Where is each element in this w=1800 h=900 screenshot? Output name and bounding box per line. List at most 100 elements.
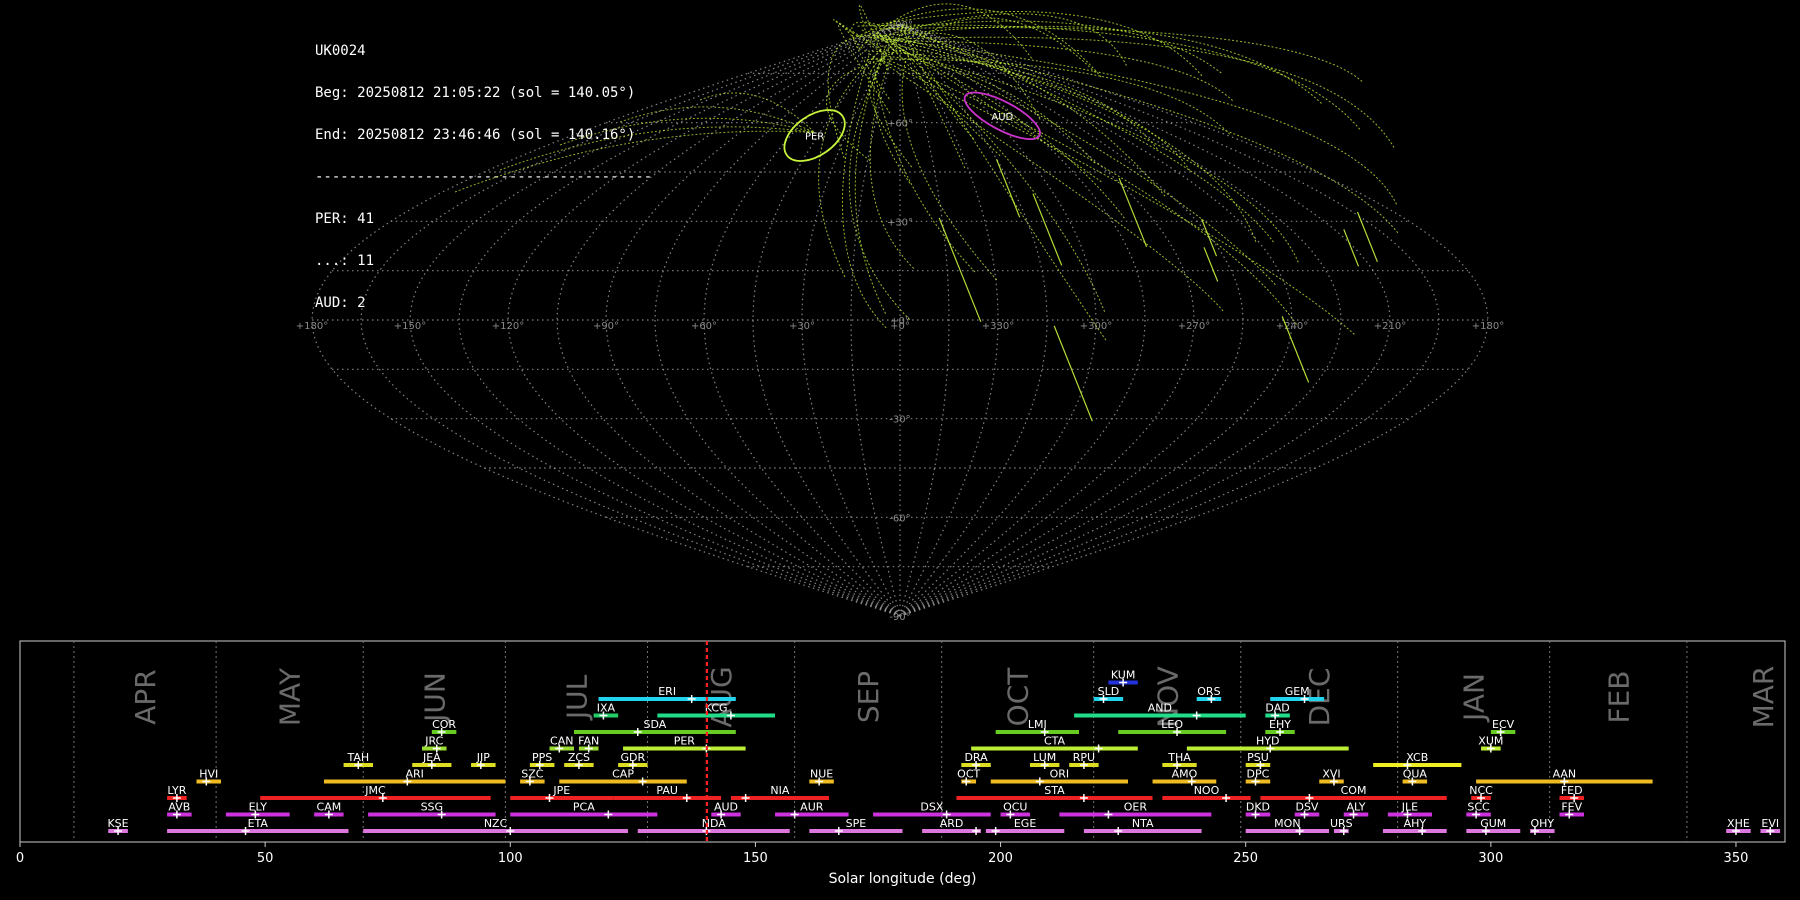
shower-label: JIP bbox=[476, 751, 490, 764]
shower-label: PPS bbox=[532, 751, 552, 764]
shower-label: AUR bbox=[800, 801, 824, 814]
latitude-tick-label: -90° bbox=[889, 612, 910, 623]
shower-label: FEV bbox=[1561, 801, 1582, 814]
latitude-tick-label: +60° bbox=[887, 119, 913, 130]
x-axis-tick-label: 350 bbox=[1724, 851, 1749, 866]
meteor-trail bbox=[880, 36, 1395, 148]
shower-label: XUM bbox=[1478, 735, 1503, 748]
month-label: JUN bbox=[418, 672, 451, 724]
radiant-label: PER bbox=[805, 132, 824, 143]
meteor-trail bbox=[887, 20, 1274, 243]
shower-label: SCC bbox=[1467, 801, 1490, 814]
shower-label: JLE bbox=[1401, 801, 1418, 814]
shower-label: JPE bbox=[552, 784, 570, 797]
shower-label: XVI bbox=[1322, 768, 1340, 781]
shower-label: HYD bbox=[1256, 735, 1279, 748]
x-axis-tick-label: 250 bbox=[1233, 851, 1258, 866]
shower-label: NCC bbox=[1469, 784, 1493, 797]
shower-label: DPC bbox=[1247, 768, 1270, 781]
shower-label: CAN bbox=[550, 735, 573, 748]
shower-label: PAU bbox=[656, 784, 678, 797]
meteor-trail bbox=[878, 11, 1203, 77]
shower-label: RPU bbox=[1073, 751, 1095, 764]
shower-label: AAN bbox=[1553, 768, 1577, 781]
shower-label: STA bbox=[1044, 784, 1065, 797]
shower-label: ARD bbox=[940, 817, 964, 830]
shower-label: PCA bbox=[573, 801, 595, 814]
month-label: JUL bbox=[560, 674, 593, 721]
shower-label: OER bbox=[1124, 801, 1148, 814]
x-axis-tick-label: 200 bbox=[988, 851, 1013, 866]
longitude-tick-label: +330° bbox=[982, 321, 1014, 332]
shower-label: NTA bbox=[1132, 817, 1154, 830]
shower-label: TAH bbox=[346, 751, 369, 764]
meteor-trail bbox=[619, 106, 815, 133]
month-label: APR bbox=[129, 669, 162, 725]
shower-label: GUM bbox=[1480, 817, 1506, 830]
shower-label: SPE bbox=[846, 817, 867, 830]
shower-label: ZCS bbox=[568, 751, 590, 764]
shower-label: ARI bbox=[405, 768, 423, 781]
shower-label: ORI bbox=[1050, 768, 1070, 781]
meteor-trail bbox=[454, 130, 815, 193]
shower-label: ORS bbox=[1197, 685, 1220, 698]
shower-label: GDR bbox=[621, 751, 646, 764]
shower-label: AND bbox=[1148, 702, 1172, 715]
longitude-tick-label: +60° bbox=[691, 321, 717, 332]
shower-label: DRA bbox=[964, 751, 988, 764]
shower-label: AUD bbox=[714, 801, 738, 814]
shower-label: ELY bbox=[249, 801, 268, 814]
shower-label: KUM bbox=[1111, 669, 1135, 682]
shower-label: EGE bbox=[1014, 817, 1036, 830]
radiant-label: AUD bbox=[991, 112, 1013, 123]
shower-label: THA bbox=[1167, 751, 1191, 764]
shower-label: COR bbox=[432, 718, 456, 731]
x-axis-tick-label: 300 bbox=[1478, 851, 1503, 866]
meridian-line bbox=[899, 23, 1244, 617]
shower-label: DKD bbox=[1246, 801, 1270, 814]
meteor-trail bbox=[877, 57, 1355, 335]
longitude-tick-label: +210° bbox=[1374, 321, 1406, 332]
longitude-tick-label: +90° bbox=[593, 321, 619, 332]
longitude-tick-label: +180° bbox=[296, 321, 328, 332]
meteor-trail bbox=[938, 217, 982, 323]
meteor-trail bbox=[856, 24, 1361, 130]
shower-label: PER bbox=[674, 735, 696, 748]
shower-label: AVB bbox=[168, 801, 190, 814]
shower-label: DSX bbox=[920, 801, 943, 814]
shower-label: NUE bbox=[810, 768, 833, 781]
meteor-trail bbox=[699, 92, 815, 133]
longitude-tick-label: +270° bbox=[1178, 321, 1210, 332]
latitude-tick-label: +30° bbox=[887, 217, 913, 228]
latitude-tick-label: -60° bbox=[889, 513, 910, 524]
shower-label: NIA bbox=[770, 784, 789, 797]
x-axis-tick-label: 150 bbox=[743, 851, 768, 866]
shower-label: AHY bbox=[1404, 817, 1427, 830]
shower-label: ALY bbox=[1347, 801, 1366, 814]
month-label: MAY bbox=[274, 667, 307, 726]
shower-label: XCB bbox=[1406, 751, 1428, 764]
shower-label: FAN bbox=[578, 735, 599, 748]
shower-label: NOO bbox=[1194, 784, 1220, 797]
shower-label: OCU bbox=[1003, 801, 1027, 814]
month-label: MAR bbox=[1747, 666, 1780, 729]
shower-label: ETA bbox=[248, 817, 269, 830]
shower-label: SSG bbox=[421, 801, 444, 814]
shower-label: MON bbox=[1274, 817, 1300, 830]
shower-label: OHY bbox=[1530, 817, 1554, 830]
meteor-trail bbox=[901, 58, 998, 281]
shower-label: ERI bbox=[658, 685, 676, 698]
meteor-trail bbox=[1118, 177, 1148, 248]
meridian-line bbox=[360, 23, 901, 617]
shower-label: QUA bbox=[1403, 768, 1428, 781]
shower-label: DAD bbox=[1265, 702, 1289, 715]
meteor-trail bbox=[841, 55, 887, 329]
shower-label: ECV bbox=[1492, 718, 1515, 731]
x-axis-tick-label: 0 bbox=[16, 851, 24, 866]
shower-label: KCG bbox=[705, 702, 728, 715]
longitude-tick-label: +150° bbox=[394, 321, 426, 332]
shower-label: JMC bbox=[364, 784, 386, 797]
shower-label: DSV bbox=[1295, 801, 1318, 814]
meteor-trail bbox=[874, 32, 1399, 234]
shower-label: EVI bbox=[1761, 817, 1779, 830]
